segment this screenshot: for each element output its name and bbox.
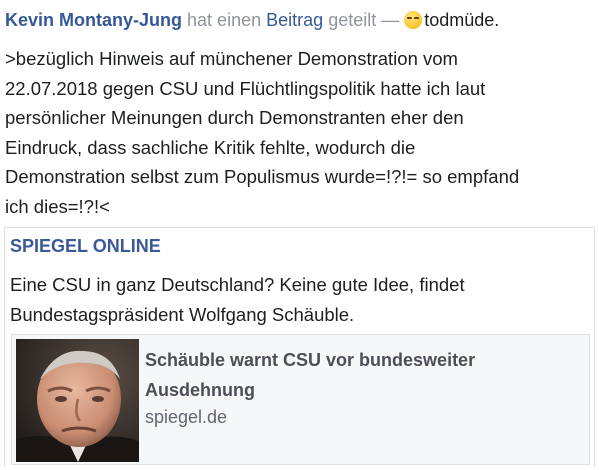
article-domain: spiegel.de [145,407,228,427]
action-prefix: hat einen [187,10,262,30]
shared-source-name[interactable]: SPIEGEL ONLINE [10,236,161,257]
post-header: Kevin Montany-Jung hat einen Beitrag get… [5,8,499,32]
link-preview-card[interactable]: Schäuble warnt CSU vor bundesweiter Ausd… [11,334,590,465]
action-suffix: geteilt — [328,10,400,30]
sleepy-face-icon [404,11,423,29]
shared-summary-text: Eine CSU in ganz Deutschland? Keine gute… [10,274,465,325]
author-name-link[interactable]: Kevin Montany-Jung [5,10,182,30]
shared-post: Kevin Montany-Jung hat einen Beitrag get… [0,0,599,470]
post-body-text: >bezüglich Hinweis auf münchener Demonst… [5,48,520,217]
shared-content: SPIEGEL ONLINE Eine CSU in ganz Deutschl… [4,227,595,467]
portrait-photo-icon [16,339,139,462]
article-thumbnail[interactable] [16,339,139,462]
post-link[interactable]: Beitrag [266,10,323,30]
article-title[interactable]: Schäuble warnt CSU vor bundesweiter Ausd… [145,345,565,405]
feeling-text: todmüde. [424,10,500,30]
